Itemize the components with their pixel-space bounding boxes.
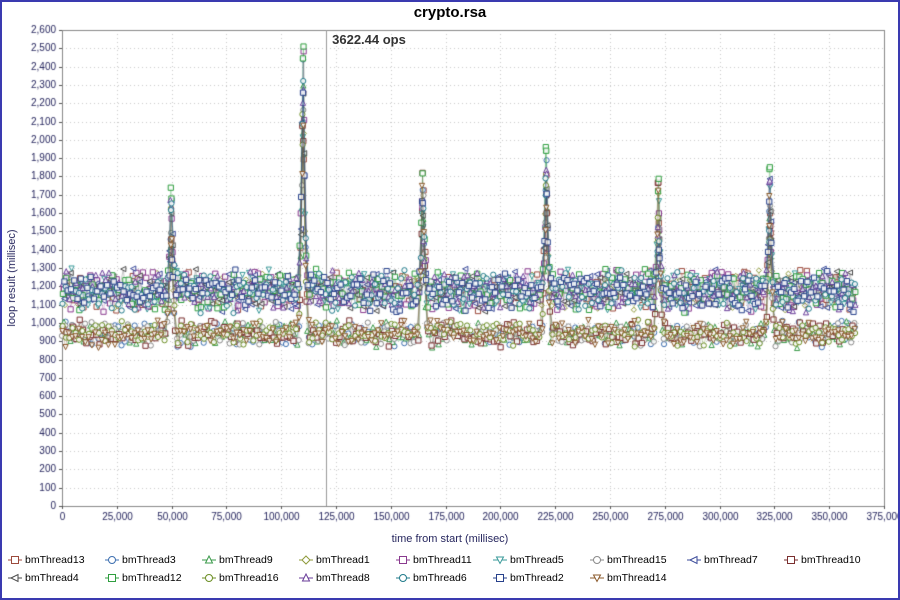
legend-item-bmThread14: bmThread14 bbox=[590, 569, 687, 587]
x-axis-label: time from start (millisec) bbox=[2, 532, 898, 547]
legend-label: bmThread2 bbox=[510, 572, 564, 584]
legend-item-bmThread4: bmThread4 bbox=[8, 569, 105, 587]
legend-item-bmThread16: bmThread16 bbox=[202, 569, 299, 587]
legend-item-bmThread1: bmThread1 bbox=[299, 551, 396, 569]
chart-window: crypto.rsa loop result (millisec) 3622.4… bbox=[0, 0, 900, 600]
ops-annotation: 3622.44 ops bbox=[332, 32, 406, 47]
legend-label: bmThread4 bbox=[25, 572, 79, 584]
legend-marker-icon bbox=[493, 573, 507, 583]
legend-item-bmThread5: bmThread5 bbox=[493, 551, 590, 569]
legend-item-bmThread2: bmThread2 bbox=[493, 569, 590, 587]
legend-item-bmThread11: bmThread11 bbox=[396, 551, 493, 569]
legend-label: bmThread10 bbox=[801, 554, 861, 566]
legend-item-bmThread8: bmThread8 bbox=[299, 569, 396, 587]
legend-item-bmThread10: bmThread10 bbox=[784, 551, 881, 569]
legend-item-bmThread13: bmThread13 bbox=[8, 551, 105, 569]
legend-marker-icon bbox=[396, 555, 410, 565]
legend-label: bmThread5 bbox=[510, 554, 564, 566]
plot-area: loop result (millisec) 3622.44 ops bbox=[2, 24, 898, 532]
legend: bmThread13 bmThread3 bmThread9 bmThread1 bmT… bbox=[2, 547, 898, 587]
legend-marker-icon bbox=[687, 555, 701, 565]
legend-marker-icon bbox=[590, 573, 604, 583]
legend-label: bmThread15 bbox=[607, 554, 667, 566]
legend-label: bmThread12 bbox=[122, 572, 182, 584]
legend-marker-icon bbox=[493, 555, 507, 565]
legend-marker-icon bbox=[105, 573, 119, 583]
legend-item-bmThread12: bmThread12 bbox=[105, 569, 202, 587]
legend-marker-icon bbox=[202, 573, 216, 583]
legend-marker-icon bbox=[8, 573, 22, 583]
legend-label: bmThread13 bbox=[25, 554, 85, 566]
legend-label: bmThread1 bbox=[316, 554, 370, 566]
legend-item-bmThread9: bmThread9 bbox=[202, 551, 299, 569]
plot-canvas bbox=[2, 24, 898, 532]
legend-label: bmThread6 bbox=[413, 572, 467, 584]
chart-title: crypto.rsa bbox=[2, 2, 898, 24]
legend-label: bmThread11 bbox=[413, 554, 472, 566]
legend-marker-icon bbox=[105, 555, 119, 565]
legend-item-bmThread6: bmThread6 bbox=[396, 569, 493, 587]
legend-marker-icon bbox=[590, 555, 604, 565]
legend-marker-icon bbox=[8, 555, 22, 565]
legend-item-bmThread3: bmThread3 bbox=[105, 551, 202, 569]
legend-label: bmThread16 bbox=[219, 572, 279, 584]
legend-label: bmThread3 bbox=[122, 554, 176, 566]
legend-marker-icon bbox=[202, 555, 216, 565]
legend-marker-icon bbox=[299, 573, 313, 583]
legend-marker-icon bbox=[299, 555, 313, 565]
legend-label: bmThread8 bbox=[316, 572, 370, 584]
legend-label: bmThread9 bbox=[219, 554, 273, 566]
legend-label: bmThread14 bbox=[607, 572, 667, 584]
legend-marker-icon bbox=[784, 555, 798, 565]
legend-item-bmThread7: bmThread7 bbox=[687, 551, 784, 569]
legend-item-bmThread15: bmThread15 bbox=[590, 551, 687, 569]
y-axis-label: loop result (millisec) bbox=[6, 229, 18, 326]
legend-label: bmThread7 bbox=[704, 554, 758, 566]
legend-marker-icon bbox=[396, 573, 410, 583]
